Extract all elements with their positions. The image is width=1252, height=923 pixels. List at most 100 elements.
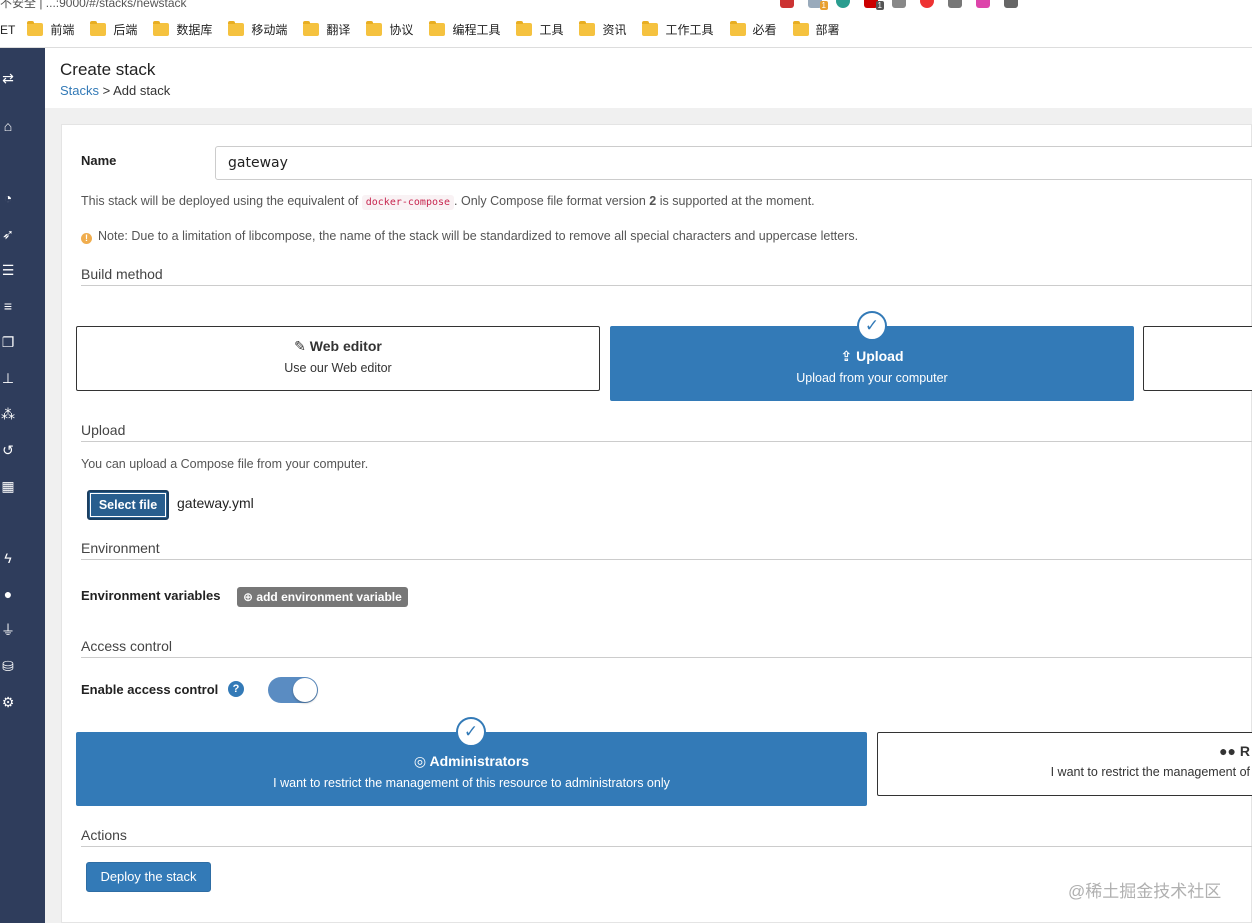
folder-icon <box>90 21 107 36</box>
bookmark-fragment[interactable]: ET <box>0 23 15 37</box>
bookmark-label: 部署 <box>815 23 840 37</box>
bookmark-label: 资讯 <box>602 23 627 37</box>
environment-section-title: Environment <box>81 540 1252 560</box>
note-text: Note: Due to a limitation of libcompose,… <box>98 229 859 243</box>
th-list-icon[interactable]: ☰ <box>0 262 16 278</box>
bookmark-folder[interactable]: 工作工具 <box>642 21 714 38</box>
bookmark-folder[interactable]: 翻译 <box>303 21 350 38</box>
help-question-icon[interactable]: ? <box>228 681 244 697</box>
extension-icon[interactable] <box>920 0 934 8</box>
bookmark-label: 数据库 <box>176 23 213 37</box>
folder-icon <box>153 21 170 36</box>
name-note: ! Note: Due to a limitation of libcompose… <box>81 229 858 244</box>
enable-access-control-label: Enable access control <box>81 682 219 697</box>
access-control-section-title: Access control <box>81 638 1252 658</box>
name-label: Name <box>81 153 117 168</box>
help-mid: . Only Compose file format version <box>454 194 646 208</box>
exchange-icon[interactable]: ⇄ <box>0 70 16 86</box>
web-editor-title: Web editor <box>309 338 382 354</box>
users-icon: ●● <box>1219 743 1236 759</box>
bookmark-folder[interactable]: 前端 <box>27 21 74 38</box>
selected-check-icon: ✓ <box>456 717 486 747</box>
selected-filename: gateway.yml <box>177 495 254 511</box>
deploy-stack-button[interactable]: Deploy the stack <box>86 862 211 892</box>
users-icon[interactable]: ● <box>0 586 16 602</box>
bookmark-label: 前端 <box>50 23 75 37</box>
web-editor-desc: Use our Web editor <box>284 361 392 375</box>
extension-icon[interactable] <box>780 0 794 8</box>
build-option-title: ⇪ Upload <box>611 348 1133 365</box>
bookmark-folder[interactable]: 后端 <box>90 21 137 38</box>
address-bar[interactable]: 不安全 | ...:9000/#/stacks/newstack <box>0 0 187 11</box>
bookmark-folder[interactable]: 必看 <box>729 21 777 38</box>
bookmarks-bar: ET 前端 后端 数据库 移动端 翻译 协议 编程工具 工具 资讯 工作工具 必… <box>0 12 1252 48</box>
build-option-web-editor[interactable]: ✎ Web editor Use our Web editor <box>76 326 600 391</box>
plug-icon[interactable]: ⏚ <box>0 622 16 638</box>
restricted-desc: I want to restrict the management of <box>1050 765 1250 779</box>
upload-icon: ⇪ <box>840 348 853 364</box>
bolt-icon[interactable]: ϟ <box>0 550 16 566</box>
access-control-toggle[interactable] <box>268 677 318 703</box>
compose-version: 2 <box>649 194 657 208</box>
database-icon[interactable]: ⛁ <box>0 658 16 674</box>
build-option-repository[interactable] <box>1143 326 1252 391</box>
bookmark-label: 移动端 <box>251 23 288 37</box>
cogs-icon[interactable]: ⚙ <box>0 694 16 710</box>
stack-name-input[interactable] <box>215 146 1252 180</box>
th-icon[interactable]: ▦ <box>0 478 16 494</box>
bookmark-folder[interactable]: 协议 <box>366 21 413 38</box>
build-option-title: ✎ Web editor <box>77 338 599 355</box>
bookmark-folder[interactable]: 资讯 <box>579 21 626 38</box>
bookmark-folder[interactable]: 移动端 <box>228 21 287 38</box>
edit-icon: ✎ <box>294 338 306 354</box>
cubes-icon[interactable]: ⁂ <box>0 406 16 422</box>
bookmark-folder[interactable]: 编程工具 <box>429 21 500 38</box>
bookmark-label: 翻译 <box>326 23 351 37</box>
actions-section-title: Actions <box>81 827 1252 847</box>
sitemap-icon[interactable]: ⊥ <box>0 370 16 386</box>
clone-icon[interactable]: ❐ <box>0 334 16 350</box>
extension-icon[interactable] <box>976 0 990 8</box>
folder-icon <box>642 21 659 36</box>
bookmark-label: 后端 <box>113 23 138 37</box>
rocket-icon[interactable]: ➶ <box>0 226 16 242</box>
compose-help-text: This stack will be deployed using the eq… <box>81 194 815 210</box>
add-env-variable-button[interactable]: ⊕ add environment variable <box>237 587 408 607</box>
breadcrumb-current: Add stack <box>113 83 171 98</box>
server-icon[interactable]: ≡ <box>0 298 16 314</box>
extension-icon[interactable] <box>948 0 962 8</box>
administrators-title: Administrators <box>429 753 530 769</box>
browser-top-bar: 不安全 | ...:9000/#/stacks/newstack 1 1 <box>0 0 1252 12</box>
home-icon[interactable]: ⌂ <box>0 118 16 134</box>
folder-icon <box>792 21 809 36</box>
folder-icon <box>228 21 245 36</box>
bookmark-folder[interactable]: 工具 <box>516 21 563 38</box>
extension-icon[interactable] <box>892 0 906 8</box>
dashboard-icon[interactable]: ◔ <box>0 190 16 206</box>
history-icon[interactable]: ↺ <box>0 442 16 458</box>
sidebar: ⇄ ⌂ ◔ ➶ ☰ ≡ ❐ ⊥ ⁂ ↺ ▦ ϟ ● ⏚ ⛁ ⚙ <box>0 48 45 923</box>
eye-slash-icon: ◎ <box>413 753 427 769</box>
extension-icon[interactable]: 1 <box>864 0 884 10</box>
bookmark-label: 必看 <box>752 23 777 37</box>
help-suffix: is supported at the moment. <box>659 194 815 208</box>
bookmark-folder[interactable]: 数据库 <box>153 21 212 38</box>
plus-circle-icon: ⊕ <box>243 590 254 604</box>
bookmark-label: 工作工具 <box>665 23 714 37</box>
watermark: @稀土掘金技术社区 <box>1068 882 1222 901</box>
restricted-title: R <box>1239 743 1250 759</box>
folder-icon <box>429 21 446 36</box>
access-option-restricted[interactable]: ●● R I want to restrict the management o… <box>877 732 1252 796</box>
bookmark-folder[interactable]: 部署 <box>792 21 840 38</box>
breadcrumb-link-stacks[interactable]: Stacks <box>60 83 99 98</box>
extension-icons: 1 1 <box>780 0 1018 10</box>
upload-title: Upload <box>856 348 904 364</box>
extension-icon[interactable] <box>836 0 850 8</box>
extension-icon[interactable] <box>1004 0 1018 8</box>
warning-icon: ! <box>81 233 92 244</box>
bookmark-label: 编程工具 <box>452 23 501 37</box>
select-file-button[interactable]: Select file <box>87 490 169 520</box>
extension-icon[interactable]: 1 <box>808 0 828 10</box>
upload-help-text: You can upload a Compose file from your … <box>81 457 369 471</box>
help-prefix: This stack will be deployed using the eq… <box>81 194 359 208</box>
